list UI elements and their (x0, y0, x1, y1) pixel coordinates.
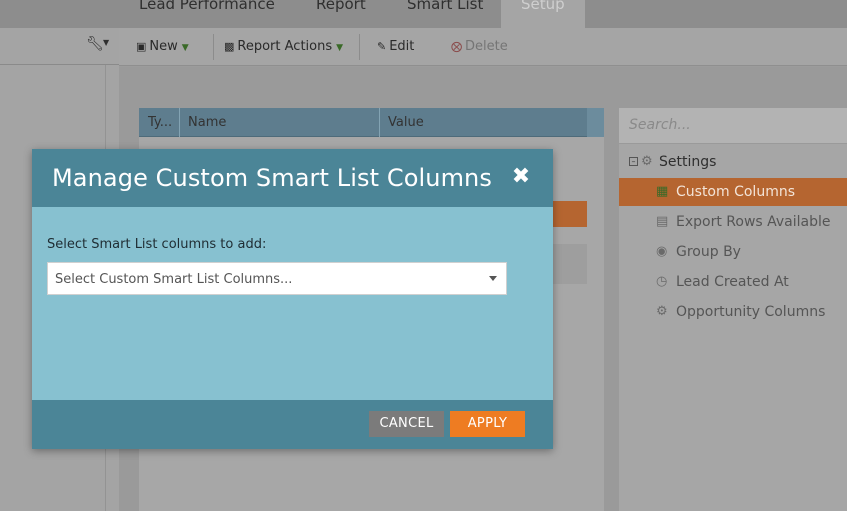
delete-button[interactable]: ⨂ Delete (451, 39, 508, 54)
wrench-icon[interactable]: 🔧︎ (86, 36, 104, 52)
tree-item-settings[interactable]: – ⚙ Settings (619, 148, 847, 176)
manage-custom-columns-dialog: Manage Custom Smart List Columns ✖ Selec… (32, 149, 553, 449)
divider (0, 64, 119, 65)
edit-label: Edit (389, 39, 415, 54)
dialog-header: Manage Custom Smart List Columns ✖ (32, 149, 553, 207)
tab-smart-list[interactable]: Smart List (407, 0, 483, 28)
tab-setup[interactable]: Setup (501, 0, 585, 28)
report-actions-button[interactable]: ▩ Report Actions ▼ (224, 39, 343, 54)
delete-icon: ⨂ (451, 40, 462, 53)
grid-header-end (587, 108, 604, 137)
table-row-selected[interactable] (552, 201, 587, 227)
tab-report[interactable]: Report (316, 0, 366, 28)
toolbar: ▣ New ▼ ▩ Report Actions ▼ ✎ Edit ⨂ Delete (119, 28, 847, 66)
close-icon[interactable]: ✖ (510, 165, 532, 189)
tree-item-custom-columns[interactable]: ▦ Custom Columns (619, 178, 847, 206)
tab-lead-performance[interactable]: Lead Performance (139, 0, 275, 28)
tree-item-label: Group By (676, 244, 741, 260)
new-button[interactable]: ▣ New ▼ (136, 39, 189, 54)
tree-item-label: Opportunity Columns (676, 304, 826, 320)
dialog-body: Select Smart List columns to add: Select… (32, 207, 553, 400)
column-header-name[interactable]: Name (188, 115, 226, 130)
chevron-down-icon[interactable]: ▼ (103, 38, 109, 47)
table-row[interactable] (552, 244, 587, 284)
export-icon: ▤ (656, 214, 669, 229)
edit-button[interactable]: ✎ Edit (377, 39, 414, 54)
tree-item-label: Lead Created At (676, 274, 789, 290)
grid-icon: ▦ (656, 184, 669, 199)
report-actions-label: Report Actions (237, 39, 333, 54)
tree-item-opportunity-columns[interactable]: ⚙ Opportunity Columns (619, 298, 847, 326)
field-label: Select Smart List columns to add: (47, 237, 267, 252)
dialog-footer: CANCEL APPLY (32, 400, 553, 449)
group-icon: ◉ (656, 244, 668, 259)
gear-icon: ⚙ (641, 154, 653, 169)
clock-icon: ◷ (656, 274, 668, 289)
dialog-title: Manage Custom Smart List Columns (52, 164, 492, 192)
tree-item-export-rows-available[interactable]: ▤ Export Rows Available (619, 208, 847, 236)
new-icon: ▣ (136, 40, 147, 53)
column-separator (179, 108, 180, 137)
apply-button[interactable]: APPLY (450, 411, 525, 437)
custom-columns-select[interactable]: Select Custom Smart List Columns... (47, 262, 507, 295)
pencil-icon: ✎ (377, 40, 387, 53)
report-icon: ▩ (224, 40, 235, 53)
select-placeholder: Select Custom Smart List Columns... (55, 272, 293, 287)
collapse-icon[interactable]: – (629, 157, 638, 166)
column-separator (379, 108, 380, 137)
column-header-type[interactable]: Ty... (148, 115, 172, 130)
tree-item-label: Settings (659, 154, 717, 170)
cancel-button[interactable]: CANCEL (369, 411, 444, 437)
chevron-down-icon (489, 276, 497, 281)
tree-item-lead-created-at[interactable]: ◷ Lead Created At (619, 268, 847, 296)
gear-icon: ⚙ (656, 304, 668, 319)
tree-item-label: Custom Columns (676, 184, 795, 200)
search-placeholder: Search... (629, 117, 691, 133)
chevron-down-icon: ▼ (336, 43, 344, 53)
chevron-down-icon: ▼ (181, 43, 189, 53)
column-header-value[interactable]: Value (388, 115, 424, 130)
toolbar-separator (359, 34, 360, 60)
delete-label: Delete (465, 39, 508, 54)
tree-item-group-by[interactable]: ◉ Group By (619, 238, 847, 266)
toolbar-separator (213, 34, 214, 60)
grid-header: Ty... Name Value (139, 108, 587, 137)
tree-item-label: Export Rows Available (676, 214, 831, 230)
new-label: New (149, 39, 178, 54)
